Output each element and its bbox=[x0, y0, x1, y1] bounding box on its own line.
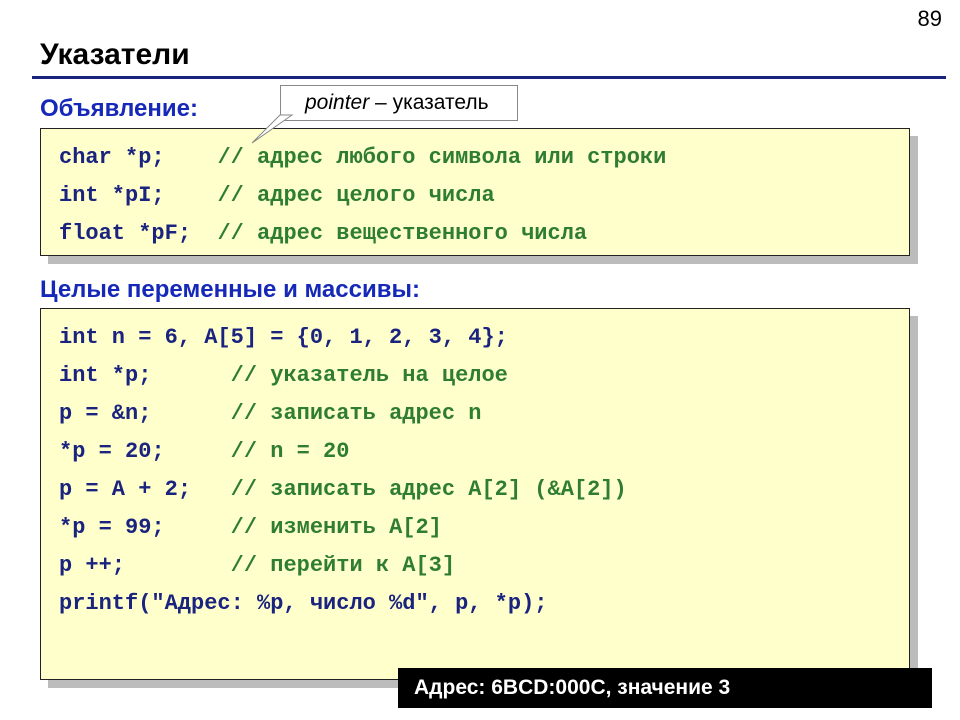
callout-italic: pointer bbox=[305, 91, 369, 114]
code-text: int n = 6, A[5] = {0, 1, 2, 3, 4}; bbox=[59, 325, 508, 350]
codebox-declaration: char *p; // адрес любого символа или стр… bbox=[40, 128, 910, 256]
code-text: float *pF; bbox=[59, 221, 217, 246]
code-text: p = &n; bbox=[59, 401, 231, 426]
code-text: int *p; bbox=[59, 363, 231, 388]
code-comment: // записать адрес A[2] (&A[2]) bbox=[231, 477, 627, 502]
code-line: int n = 6, A[5] = {0, 1, 2, 3, 4}; bbox=[59, 319, 891, 357]
section-integers: Целые переменные и массивы: bbox=[40, 276, 420, 304]
callout-rest: – указатель bbox=[369, 91, 488, 114]
callout-box: pointer – указатель bbox=[280, 85, 518, 121]
code-text: char *p; bbox=[59, 145, 217, 170]
code-line: p = &n; // записать адрес n bbox=[59, 395, 891, 433]
code-comment: // изменить A[2] bbox=[231, 515, 442, 540]
code-comment: // указатель на целое bbox=[231, 363, 508, 388]
code-comment: // перейти к A[3] bbox=[231, 553, 455, 578]
code-line: p = A + 2; // записать адрес A[2] (&A[2]… bbox=[59, 471, 891, 509]
code-line: char *p; // адрес любого символа или стр… bbox=[59, 139, 891, 177]
code-comment: // адрес любого символа или строки bbox=[217, 145, 666, 170]
output-text: Адрес: 6BCD:000C, значение 3 bbox=[414, 676, 730, 700]
code-line: printf("Адрес: %p, число %d", p, *p); bbox=[59, 585, 891, 623]
codebox-integers: int n = 6, A[5] = {0, 1, 2, 3, 4}; int *… bbox=[40, 308, 910, 680]
code-line: int *pI; // адрес целого числа bbox=[59, 177, 891, 215]
code-text: p = A + 2; bbox=[59, 477, 231, 502]
code-text: *p = 99; bbox=[59, 515, 231, 540]
code-text: p ++; bbox=[59, 553, 231, 578]
code-comment: // n = 20 bbox=[231, 439, 350, 464]
code-text: printf("Адрес: %p, число %d", p, *p); bbox=[59, 591, 547, 616]
section-declaration: Объявление: bbox=[40, 95, 198, 123]
page-number: 89 bbox=[918, 6, 942, 32]
code-text: *p = 20; bbox=[59, 439, 231, 464]
code-comment: // записать адрес n bbox=[231, 401, 482, 426]
code-line: *p = 99; // изменить A[2] bbox=[59, 509, 891, 547]
output-box: Адрес: 6BCD:000C, значение 3 bbox=[398, 668, 932, 708]
code-comment: // адрес целого числа bbox=[217, 183, 494, 208]
page-title: Указатели bbox=[40, 38, 190, 72]
code-line: float *pF; // адрес вещественного числа bbox=[59, 215, 891, 253]
code-comment: // адрес вещественного числа bbox=[217, 221, 587, 246]
code-line: *p = 20; // n = 20 bbox=[59, 433, 891, 471]
title-rule bbox=[32, 76, 946, 79]
code-line: p ++; // перейти к A[3] bbox=[59, 547, 891, 585]
code-line: int *p; // указатель на целое bbox=[59, 357, 891, 395]
code-text: int *pI; bbox=[59, 183, 217, 208]
